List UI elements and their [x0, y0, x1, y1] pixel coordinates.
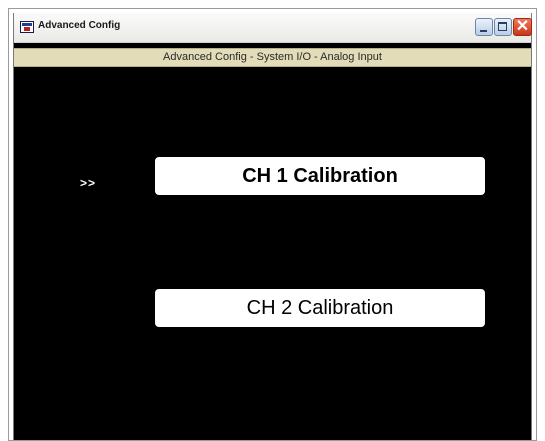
menu-panel: >> CH 1 Calibration CH 2 Calibration: [14, 67, 531, 440]
close-icon: ✕: [515, 18, 530, 35]
selection-marker: >>: [80, 176, 97, 190]
close-button[interactable]: ✕: [513, 18, 532, 36]
screenshot-frame: Advanced Config ✕ Advanced Config - Syst…: [8, 8, 537, 441]
maximize-button[interactable]: [494, 18, 512, 36]
breadcrumb: Advanced Config - System I/O - Analog In…: [163, 51, 382, 63]
window-title: Advanced Config: [38, 20, 121, 31]
minimize-button[interactable]: [475, 18, 493, 36]
title-bar[interactable]: Advanced Config ✕: [14, 13, 532, 43]
breadcrumb-bar: Advanced Config - System I/O - Analog In…: [14, 48, 531, 67]
ch1-calibration-button[interactable]: CH 1 Calibration: [155, 157, 485, 195]
ch2-calibration-button[interactable]: CH 2 Calibration: [155, 289, 485, 327]
app-window-icon: [20, 21, 34, 33]
advanced-config-window: Advanced Config ✕ Advanced Config - Syst…: [13, 13, 532, 440]
